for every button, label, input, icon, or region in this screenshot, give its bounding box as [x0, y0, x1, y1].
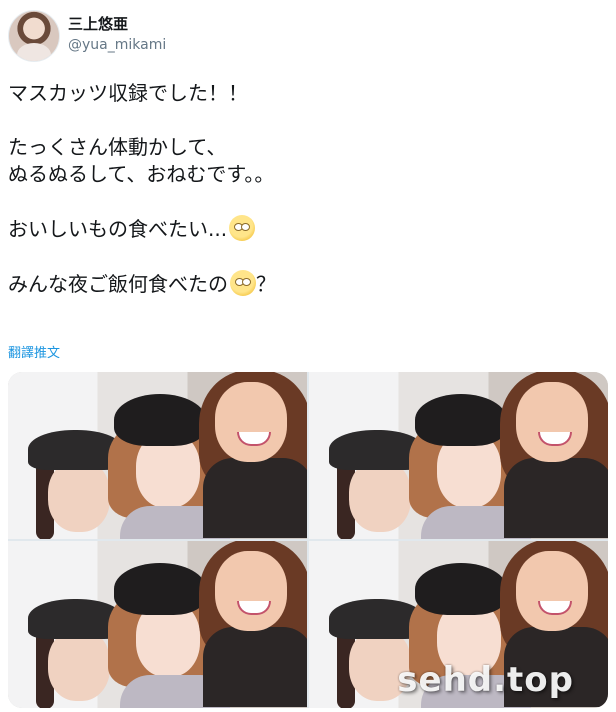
photo-1[interactable]	[8, 372, 307, 539]
tweet-line: おいしいもの食べたい...	[8, 217, 228, 241]
tweet-line-with-emoji: おいしいもの食べたい...	[8, 215, 608, 243]
face-with-rolling-eyes-icon	[229, 215, 256, 241]
author-handle[interactable]: @yua_mikami	[68, 37, 166, 53]
photo-2[interactable]	[309, 372, 608, 539]
tweet-line: たっくさん体動かして、	[8, 135, 227, 159]
tweet-header: 三上悠亜 @yua_mikami	[8, 10, 608, 62]
tweet-line-with-emoji: みんな夜ご飯何食べたの ？	[8, 270, 608, 298]
avatar[interactable]	[8, 10, 60, 62]
watermark: sehd.top	[397, 660, 574, 700]
tweet-line: ？	[256, 272, 276, 296]
tweet-text: マスカッツ収録でした！！ たっくさん体動かして、 ぬるぬるして、おねむです。。 …	[8, 80, 608, 298]
face-with-rolling-eyes-icon	[230, 270, 256, 296]
author-name[interactable]: 三上悠亜	[68, 13, 128, 34]
tweet-line: マスカッツ収録でした！！	[8, 81, 248, 105]
translate-tweet-link[interactable]: 翻譯推文	[8, 342, 60, 361]
tweet-line: ぬるぬるして、おねむです。。	[8, 162, 275, 186]
photo-3[interactable]	[8, 541, 307, 708]
tweet-line: みんな夜ご飯何食べたの	[8, 272, 228, 296]
photo-grid: sehd.top	[8, 372, 608, 708]
